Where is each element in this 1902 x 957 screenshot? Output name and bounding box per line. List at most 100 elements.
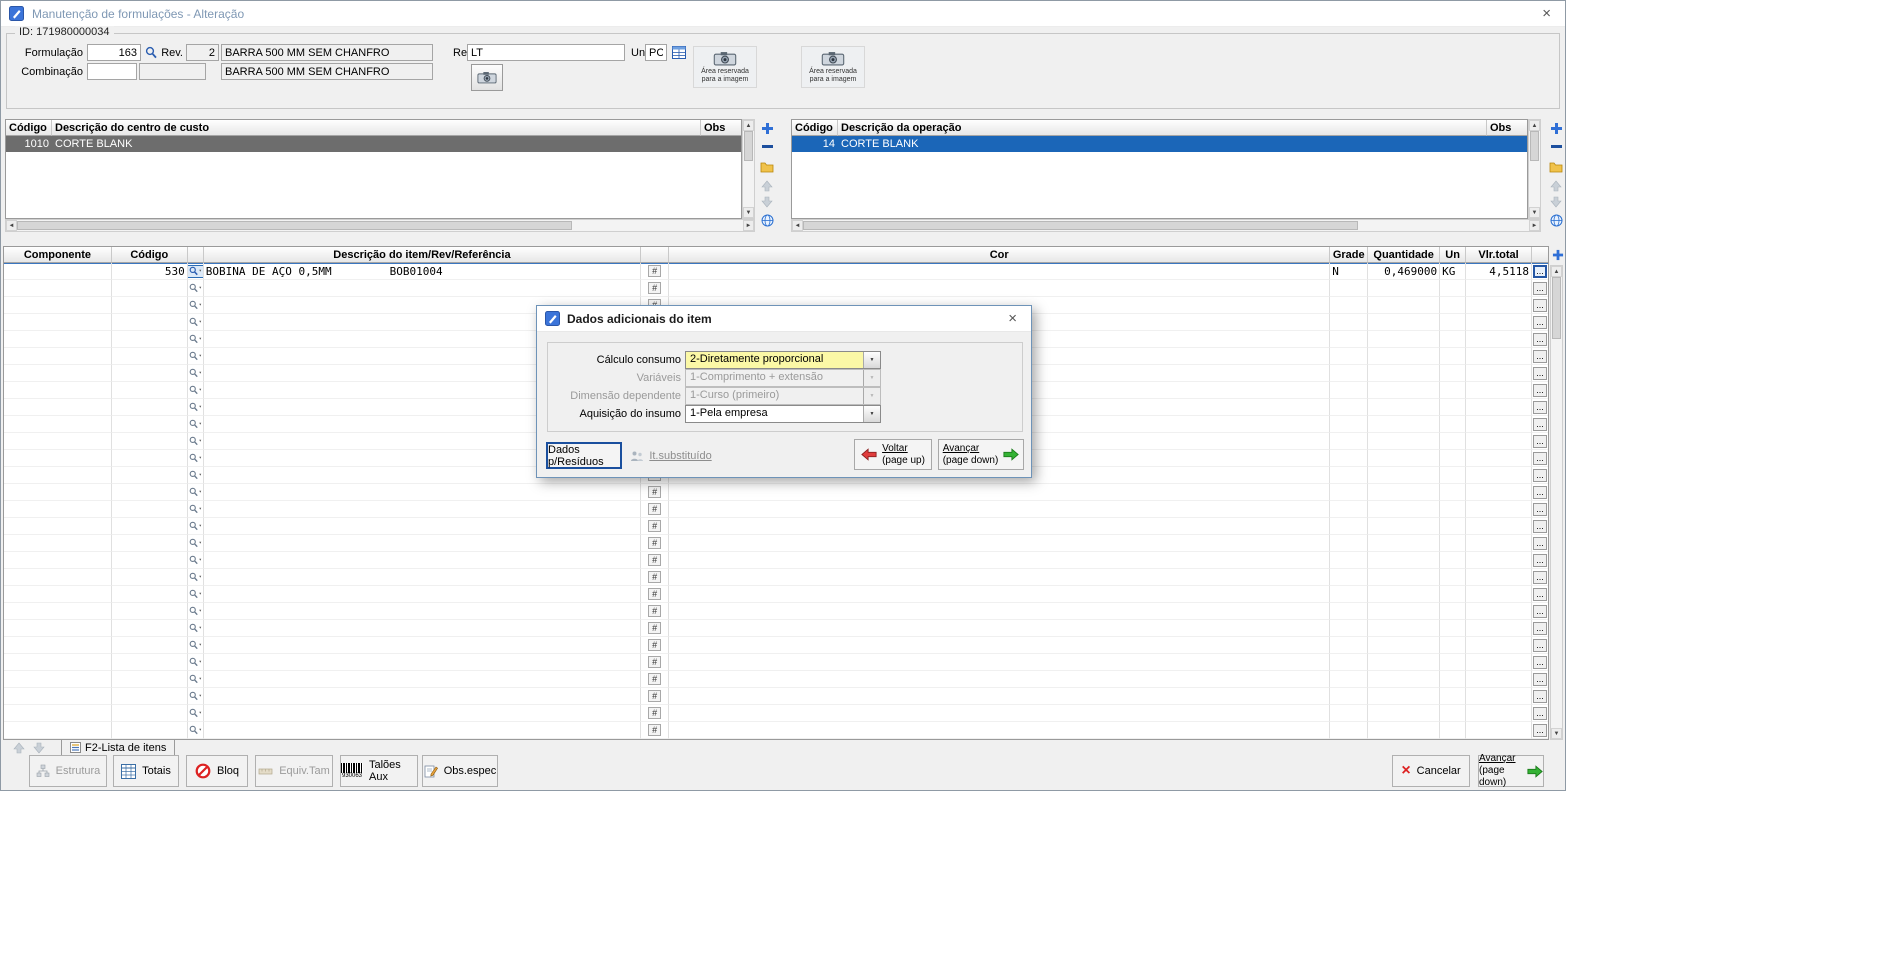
item-lookup-icon[interactable]: ▾	[188, 503, 203, 516]
add-row-icon[interactable]	[1548, 120, 1564, 136]
more-button[interactable]: ...	[1533, 265, 1547, 278]
refresh-globe-icon[interactable]	[1548, 212, 1564, 228]
table-row[interactable]: ▾ # ...	[4, 654, 1548, 671]
un-table-lookup-icon[interactable]	[670, 44, 687, 61]
move-up-icon[interactable]	[1548, 178, 1564, 194]
table-row[interactable]: ▾ # ...	[4, 603, 1548, 620]
more-button[interactable]: ...	[1533, 605, 1547, 618]
table-row[interactable]: ▾ # ...	[4, 484, 1548, 501]
scroll-left-icon[interactable]: ◄	[792, 220, 803, 231]
more-button[interactable]: ...	[1533, 435, 1547, 448]
color-picker-button[interactable]: #	[648, 520, 661, 532]
item-lookup-icon[interactable]: ▾	[188, 724, 203, 737]
formulacao-input[interactable]	[87, 44, 141, 61]
nav-up-icon[interactable]	[11, 740, 27, 756]
window-close-icon[interactable]: ×	[1536, 6, 1557, 21]
color-picker-button[interactable]: #	[648, 588, 661, 600]
item-lookup-icon[interactable]: ▾	[188, 486, 203, 499]
combinacao-input-1[interactable]	[87, 63, 137, 80]
color-picker-button[interactable]: #	[648, 639, 661, 651]
refresh-globe-icon[interactable]	[759, 212, 775, 228]
more-button[interactable]: ...	[1533, 452, 1547, 465]
item-lookup-icon[interactable]: ▾	[188, 707, 203, 720]
folder-icon[interactable]	[1548, 159, 1564, 175]
table-row[interactable]: ▾ # ...	[4, 518, 1548, 535]
more-button[interactable]: ...	[1533, 299, 1547, 312]
scroll-down-icon[interactable]: ▼	[1551, 728, 1562, 739]
un-input[interactable]	[645, 44, 667, 61]
color-picker-button[interactable]: #	[648, 605, 661, 617]
move-down-icon[interactable]	[1548, 194, 1564, 210]
dropdown-arrow-icon[interactable]: ▼	[863, 352, 880, 368]
scrollbar-thumb[interactable]	[17, 221, 572, 230]
items-vscrollbar[interactable]: ▲ ▼	[1550, 265, 1563, 740]
obs-espec-button[interactable]: Obs.espec	[422, 755, 498, 787]
more-button[interactable]: ...	[1533, 503, 1547, 516]
table-row[interactable]: ▾ # ...	[4, 586, 1548, 603]
item-lookup-icon[interactable]: ▾	[188, 401, 203, 414]
image-placeholder-1[interactable]: Área reservada para a imagem	[693, 46, 757, 88]
move-up-icon[interactable]	[759, 178, 775, 194]
more-button[interactable]: ...	[1533, 639, 1547, 652]
more-button[interactable]: ...	[1533, 707, 1547, 720]
table-row[interactable]: ▾ # ...	[4, 501, 1548, 518]
it-substituido-button[interactable]: It.substituído	[630, 442, 712, 469]
item-lookup-icon[interactable]: ▾	[188, 571, 203, 584]
calculo-consumo-select[interactable]: 2-Diretamente proporcional ▼	[685, 351, 881, 369]
item-lookup-icon[interactable]: ▾	[188, 282, 203, 295]
more-button[interactable]: ...	[1533, 316, 1547, 329]
folder-icon[interactable]	[759, 159, 775, 175]
table-row[interactable]: ▾ # ...	[4, 688, 1548, 705]
rev-input[interactable]	[186, 44, 219, 61]
more-button[interactable]: ...	[1533, 554, 1547, 567]
image-placeholder-2[interactable]: Área reservada para a imagem	[801, 46, 865, 88]
color-picker-button[interactable]: #	[648, 503, 661, 515]
item-lookup-icon[interactable]: ▾	[188, 418, 203, 431]
color-picker-button[interactable]: #	[648, 554, 661, 566]
more-button[interactable]: ...	[1533, 350, 1547, 363]
item-lookup-icon[interactable]: ▾	[188, 639, 203, 652]
descricao2-input[interactable]	[221, 63, 433, 80]
item-lookup-icon[interactable]: ▾	[188, 673, 203, 686]
camera-button[interactable]	[471, 64, 503, 91]
estrutura-button[interactable]: Estrutura	[29, 755, 107, 787]
color-picker-button[interactable]: #	[648, 656, 661, 668]
cost-center-hscrollbar[interactable]: ◄ ►	[5, 219, 755, 232]
bloq-button[interactable]: Bloq	[186, 755, 248, 787]
nav-down-icon[interactable]	[31, 740, 47, 756]
scroll-right-icon[interactable]: ►	[743, 220, 754, 231]
cancelar-button[interactable]: × Cancelar	[1392, 755, 1470, 787]
more-button[interactable]: ...	[1533, 401, 1547, 414]
more-button[interactable]: ...	[1533, 384, 1547, 397]
item-lookup-icon[interactable]: ▾	[188, 452, 203, 465]
color-picker-button[interactable]: #	[648, 486, 661, 498]
item-lookup-icon[interactable]: ▾	[188, 554, 203, 567]
scroll-down-icon[interactable]: ▼	[743, 207, 754, 218]
more-button[interactable]: ...	[1533, 537, 1547, 550]
item-lookup-icon[interactable]: ▾	[188, 656, 203, 669]
table-row-selected[interactable]: 530 ▾ BOBINA DE AÇO 0,5MM BOB01004 # N 0…	[4, 263, 1548, 280]
more-button[interactable]: ...	[1533, 690, 1547, 703]
items-add-row-icon[interactable]	[1550, 247, 1566, 263]
item-lookup-icon[interactable]: ▾	[188, 350, 203, 363]
color-picker-button[interactable]: #	[648, 571, 661, 583]
add-row-icon[interactable]	[759, 120, 775, 136]
table-row[interactable]: ▾ # ...	[4, 637, 1548, 654]
operation-vscrollbar[interactable]: ▲ ▼	[1528, 119, 1541, 219]
combinacao-input-2[interactable]	[139, 63, 206, 80]
more-button[interactable]: ...	[1533, 520, 1547, 533]
scroll-left-icon[interactable]: ◄	[6, 220, 17, 231]
color-picker-button[interactable]: #	[648, 673, 661, 685]
item-lookup-icon[interactable]: ▾	[188, 622, 203, 635]
scroll-up-icon[interactable]: ▲	[1529, 120, 1540, 131]
table-row[interactable]: 14 CORTE BLANK	[792, 136, 1527, 152]
color-picker-button[interactable]: #	[648, 622, 661, 634]
table-row[interactable]: ▾ # ...	[4, 671, 1548, 688]
more-button[interactable]: ...	[1533, 418, 1547, 431]
cost-center-vscrollbar[interactable]: ▲ ▼	[742, 119, 755, 219]
scrollbar-thumb[interactable]	[1552, 277, 1561, 339]
remove-row-icon[interactable]	[759, 138, 775, 154]
table-row[interactable]: ▾ # ...	[4, 280, 1548, 297]
more-button[interactable]: ...	[1533, 673, 1547, 686]
more-button[interactable]: ...	[1533, 282, 1547, 295]
